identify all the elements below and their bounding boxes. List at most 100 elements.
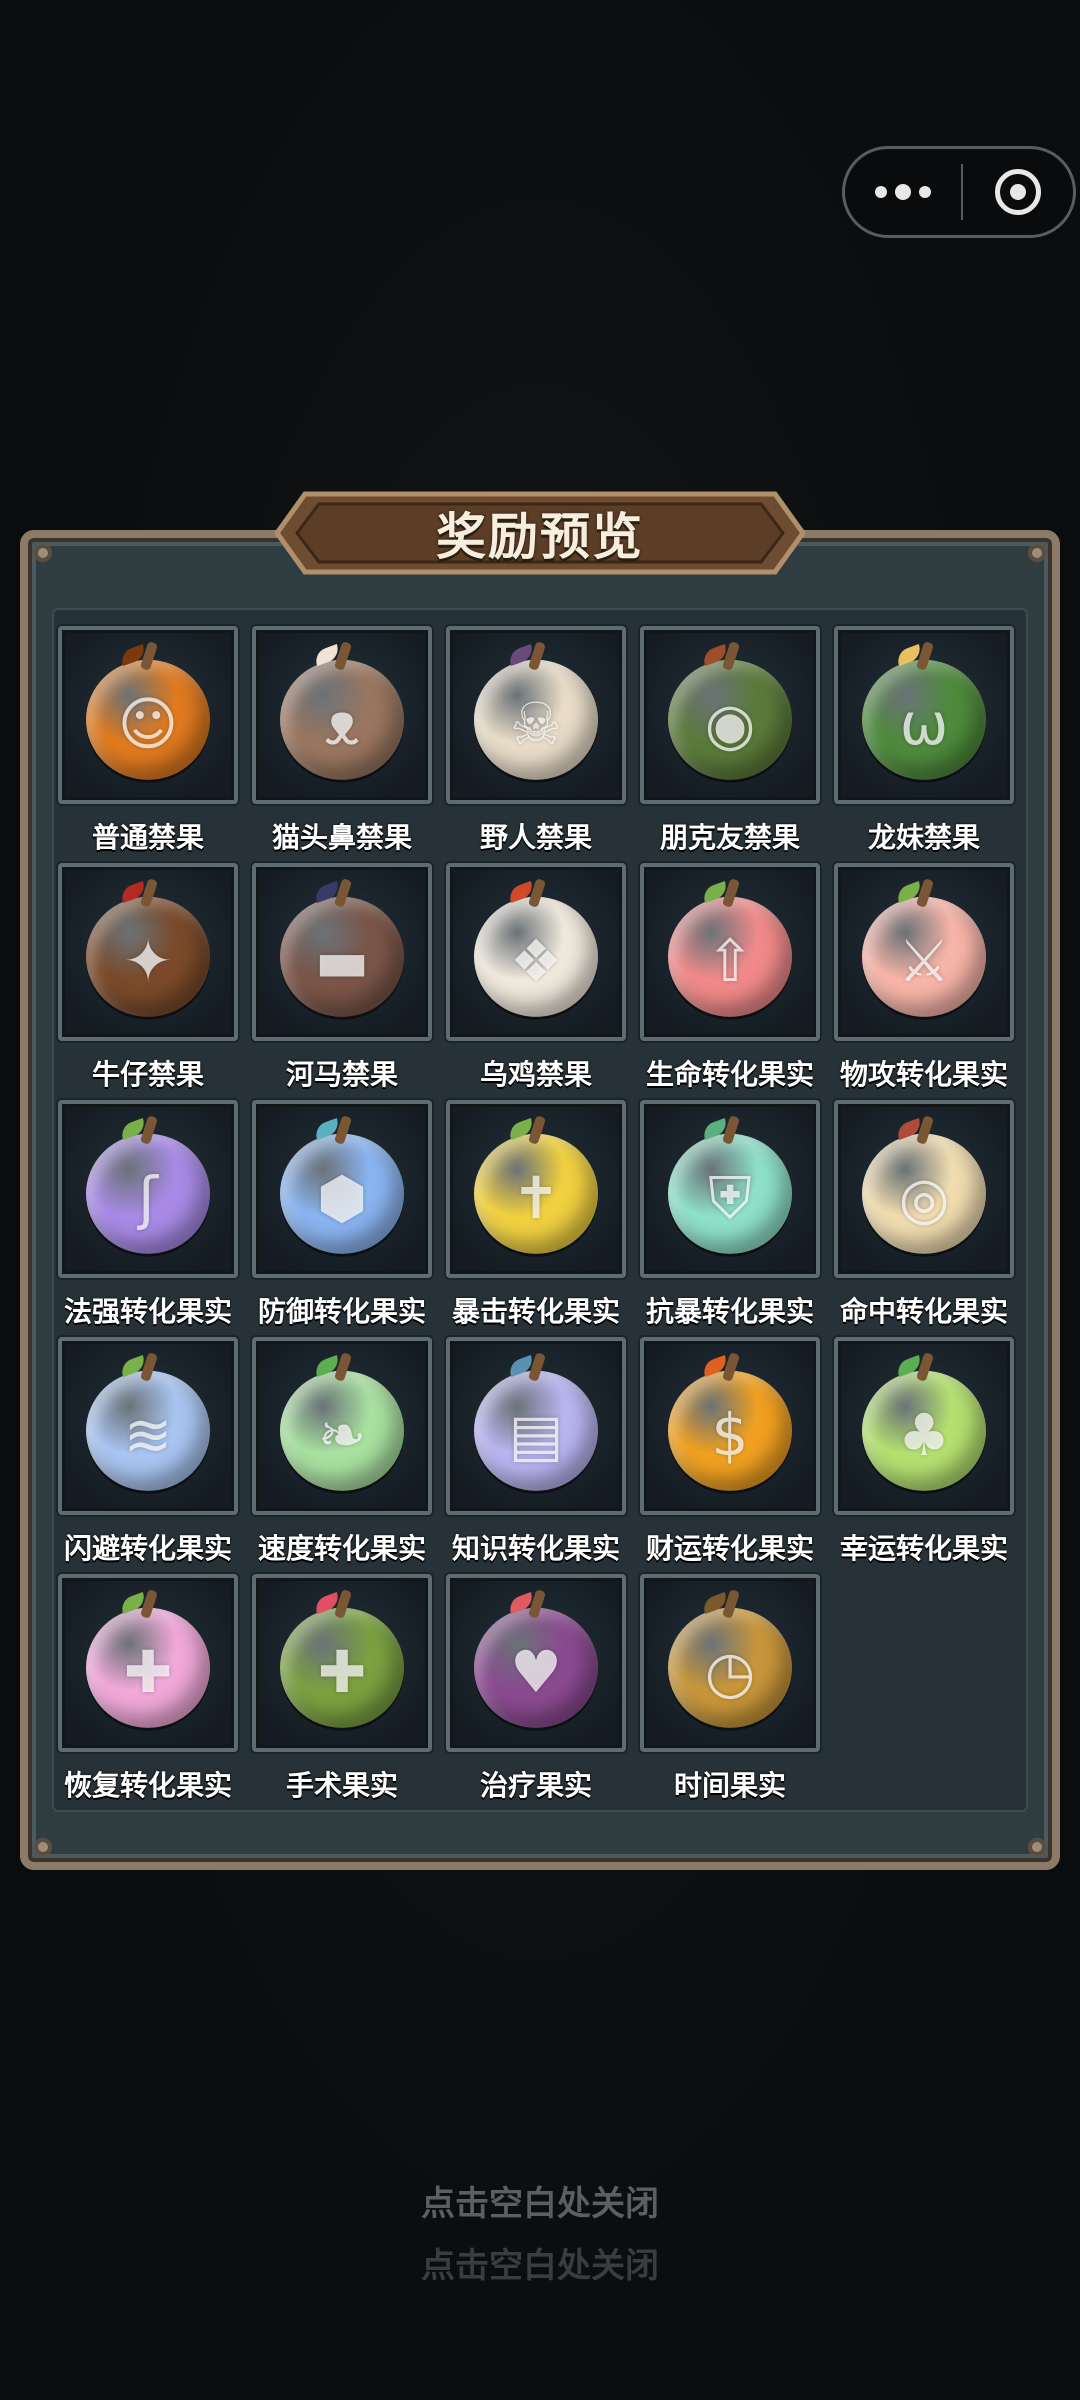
surgery-icon: ✚ [280, 1607, 404, 1728]
reward-label: 手术果实 [285, 1769, 398, 1802]
miniprogram-capsule [842, 146, 1076, 238]
reward-label: 财运转化果实 [645, 1532, 814, 1565]
target-icon: ◎ [862, 1133, 986, 1254]
fruit-symbol: ⇧ [705, 926, 755, 995]
more-dots-icon[interactable] [845, 149, 961, 235]
fruit-symbol: ❧ [317, 1400, 367, 1469]
clock-icon: ◷ [668, 1607, 792, 1728]
reward-item[interactable]: ◎ 命中转化果实 [832, 1100, 1016, 1328]
fruit-symbol: ≋ [123, 1400, 173, 1469]
reward-slot: ᴥ [252, 626, 432, 804]
reward-slot: ✝ [446, 1100, 626, 1278]
fruit-symbol: ✦ [123, 926, 173, 995]
cowboy-icon: ✦ [86, 896, 210, 1017]
reward-item[interactable]: ☠ 野人禁果 [444, 626, 628, 854]
skull-icon: ☠ [474, 659, 598, 780]
background-blur [70, 160, 104, 209]
magic-swirl-icon: ʃ [86, 1133, 210, 1254]
hippo-icon: ▬ [280, 896, 404, 1017]
fruit-symbol: ʃ [138, 1163, 158, 1232]
reward-item[interactable]: ▤ 知识转化果实 [444, 1337, 628, 1565]
reward-slot: ⛨ [640, 1100, 820, 1278]
fruit-symbol: ✚ [317, 1637, 367, 1706]
heal-cross-icon: ✚ [86, 1607, 210, 1728]
reward-label: 恢复转化果实 [63, 1769, 232, 1802]
reward-item[interactable]: ≋ 闪避转化果实 [56, 1337, 240, 1565]
punk-icon: ◉ [668, 659, 792, 780]
reward-item[interactable]: ✝ 暴击转化果实 [444, 1100, 628, 1328]
reward-slot: ▤ [446, 1337, 626, 1515]
reward-slot: ❖ [446, 863, 626, 1041]
fruit-symbol: ❖ [510, 926, 562, 995]
fruit-symbol: ω [899, 689, 949, 758]
reward-item[interactable]: ʃ 法强转化果实 [56, 1100, 240, 1328]
reward-label: 抗暴转化果实 [645, 1295, 814, 1328]
pumpkin-icon: ☺ [86, 659, 210, 780]
reward-label: 物攻转化果实 [839, 1058, 1008, 1091]
reward-label: 防御转化果实 [257, 1295, 426, 1328]
reward-label: 生命转化果实 [645, 1058, 814, 1091]
reward-label: 牛仔禁果 [91, 1058, 204, 1091]
clover-icon: ♣ [862, 1370, 986, 1491]
reward-item[interactable]: ᴥ 猫头鼻禁果 [250, 626, 434, 854]
reward-item[interactable]: ☺ 普通禁果 [56, 626, 240, 854]
sword-icon: ⚔ [862, 896, 986, 1017]
reward-slot: ≋ [58, 1337, 238, 1515]
defense-icon: ⬢ [280, 1133, 404, 1254]
reward-item[interactable]: ❧ 速度转化果实 [250, 1337, 434, 1565]
target-close-icon[interactable] [963, 169, 1073, 215]
fruit-symbol: $ [711, 1400, 749, 1469]
reward-slot: ʃ [58, 1100, 238, 1278]
screen[interactable]: 奖励预览 ☺ 普通禁果 ᴥ 猫头鼻禁果 ☠ 野人禁果 ◉ 朋克友禁果 ω 龙妹禁果 ✦ 牛仔禁果 ▬ 河马… [0, 0, 1080, 2400]
modal-title: 奖励预览 [436, 508, 644, 566]
reward-label: 龙妹禁果 [867, 821, 980, 854]
reward-item[interactable]: ◉ 朋克友禁果 [638, 626, 822, 854]
reward-slot: ✚ [58, 1574, 238, 1752]
reward-item[interactable]: ⛨ 抗暴转化果实 [638, 1100, 822, 1328]
fruit-symbol: ☠ [510, 689, 562, 758]
reward-label: 普通禁果 [91, 821, 204, 854]
reward-slot: ω [834, 626, 1014, 804]
reward-slot: ⚔ [834, 863, 1014, 1041]
reward-item[interactable]: ⬢ 防御转化果实 [250, 1100, 434, 1328]
reward-label: 河马禁果 [285, 1058, 398, 1091]
reward-slot: ⇧ [640, 863, 820, 1041]
fruit-symbol: ♣ [898, 1400, 950, 1469]
fruit-symbol: ✝ [511, 1163, 561, 1232]
reward-label: 暴击转化果实 [451, 1295, 620, 1328]
reward-slot: ◎ [834, 1100, 1014, 1278]
fruit-symbol: ◎ [898, 1163, 950, 1232]
close-hint[interactable]: 点击空白处关闭 [0, 2176, 1080, 2225]
reward-label: 闪避转化果实 [63, 1532, 232, 1565]
reward-item[interactable]: ◷ 时间果实 [638, 1574, 822, 1802]
reward-item[interactable]: ✦ 牛仔禁果 [56, 863, 240, 1091]
reward-slot: ✚ [252, 1574, 432, 1752]
reward-item[interactable]: ⚔ 物攻转化果实 [832, 863, 1016, 1091]
reward-label: 知识转化果实 [451, 1532, 620, 1565]
panel-corner-rivet [1028, 1838, 1046, 1856]
reward-item[interactable]: ▬ 河马禁果 [250, 863, 434, 1091]
fruit-symbol: ⚔ [898, 926, 950, 995]
panel-corner-rivet [34, 1838, 52, 1856]
reward-slot: ♣ [834, 1337, 1014, 1515]
reward-slot: $ [640, 1337, 820, 1515]
speed-icon: ❧ [280, 1370, 404, 1491]
dodge-icon: ≋ [86, 1370, 210, 1491]
fruit-symbol: ◷ [704, 1637, 756, 1706]
reward-item[interactable]: ✚ 手术果实 [250, 1574, 434, 1802]
reward-item[interactable]: $ 财运转化果实 [638, 1337, 822, 1565]
dragon-icon: ω [862, 659, 986, 780]
reward-label: 命中转化果实 [839, 1295, 1008, 1328]
reward-item[interactable]: ω 龙妹禁果 [832, 626, 1016, 854]
heart-icon: ♥ [474, 1607, 598, 1728]
reward-item[interactable]: ♣ 幸运转化果实 [832, 1337, 1016, 1565]
reward-item[interactable]: ⇧ 生命转化果实 [638, 863, 822, 1091]
reward-item[interactable]: ❖ 乌鸡禁果 [444, 863, 628, 1091]
life-arrow-icon: ⇧ [668, 896, 792, 1017]
reward-label: 治疗果实 [479, 1769, 592, 1802]
reward-slot: ❧ [252, 1337, 432, 1515]
reward-item[interactable]: ✚ 恢复转化果实 [56, 1574, 240, 1802]
panel-corner-rivet [1028, 544, 1046, 562]
reward-item[interactable]: ♥ 治疗果实 [444, 1574, 628, 1802]
shield-icon: ⛨ [668, 1133, 792, 1254]
